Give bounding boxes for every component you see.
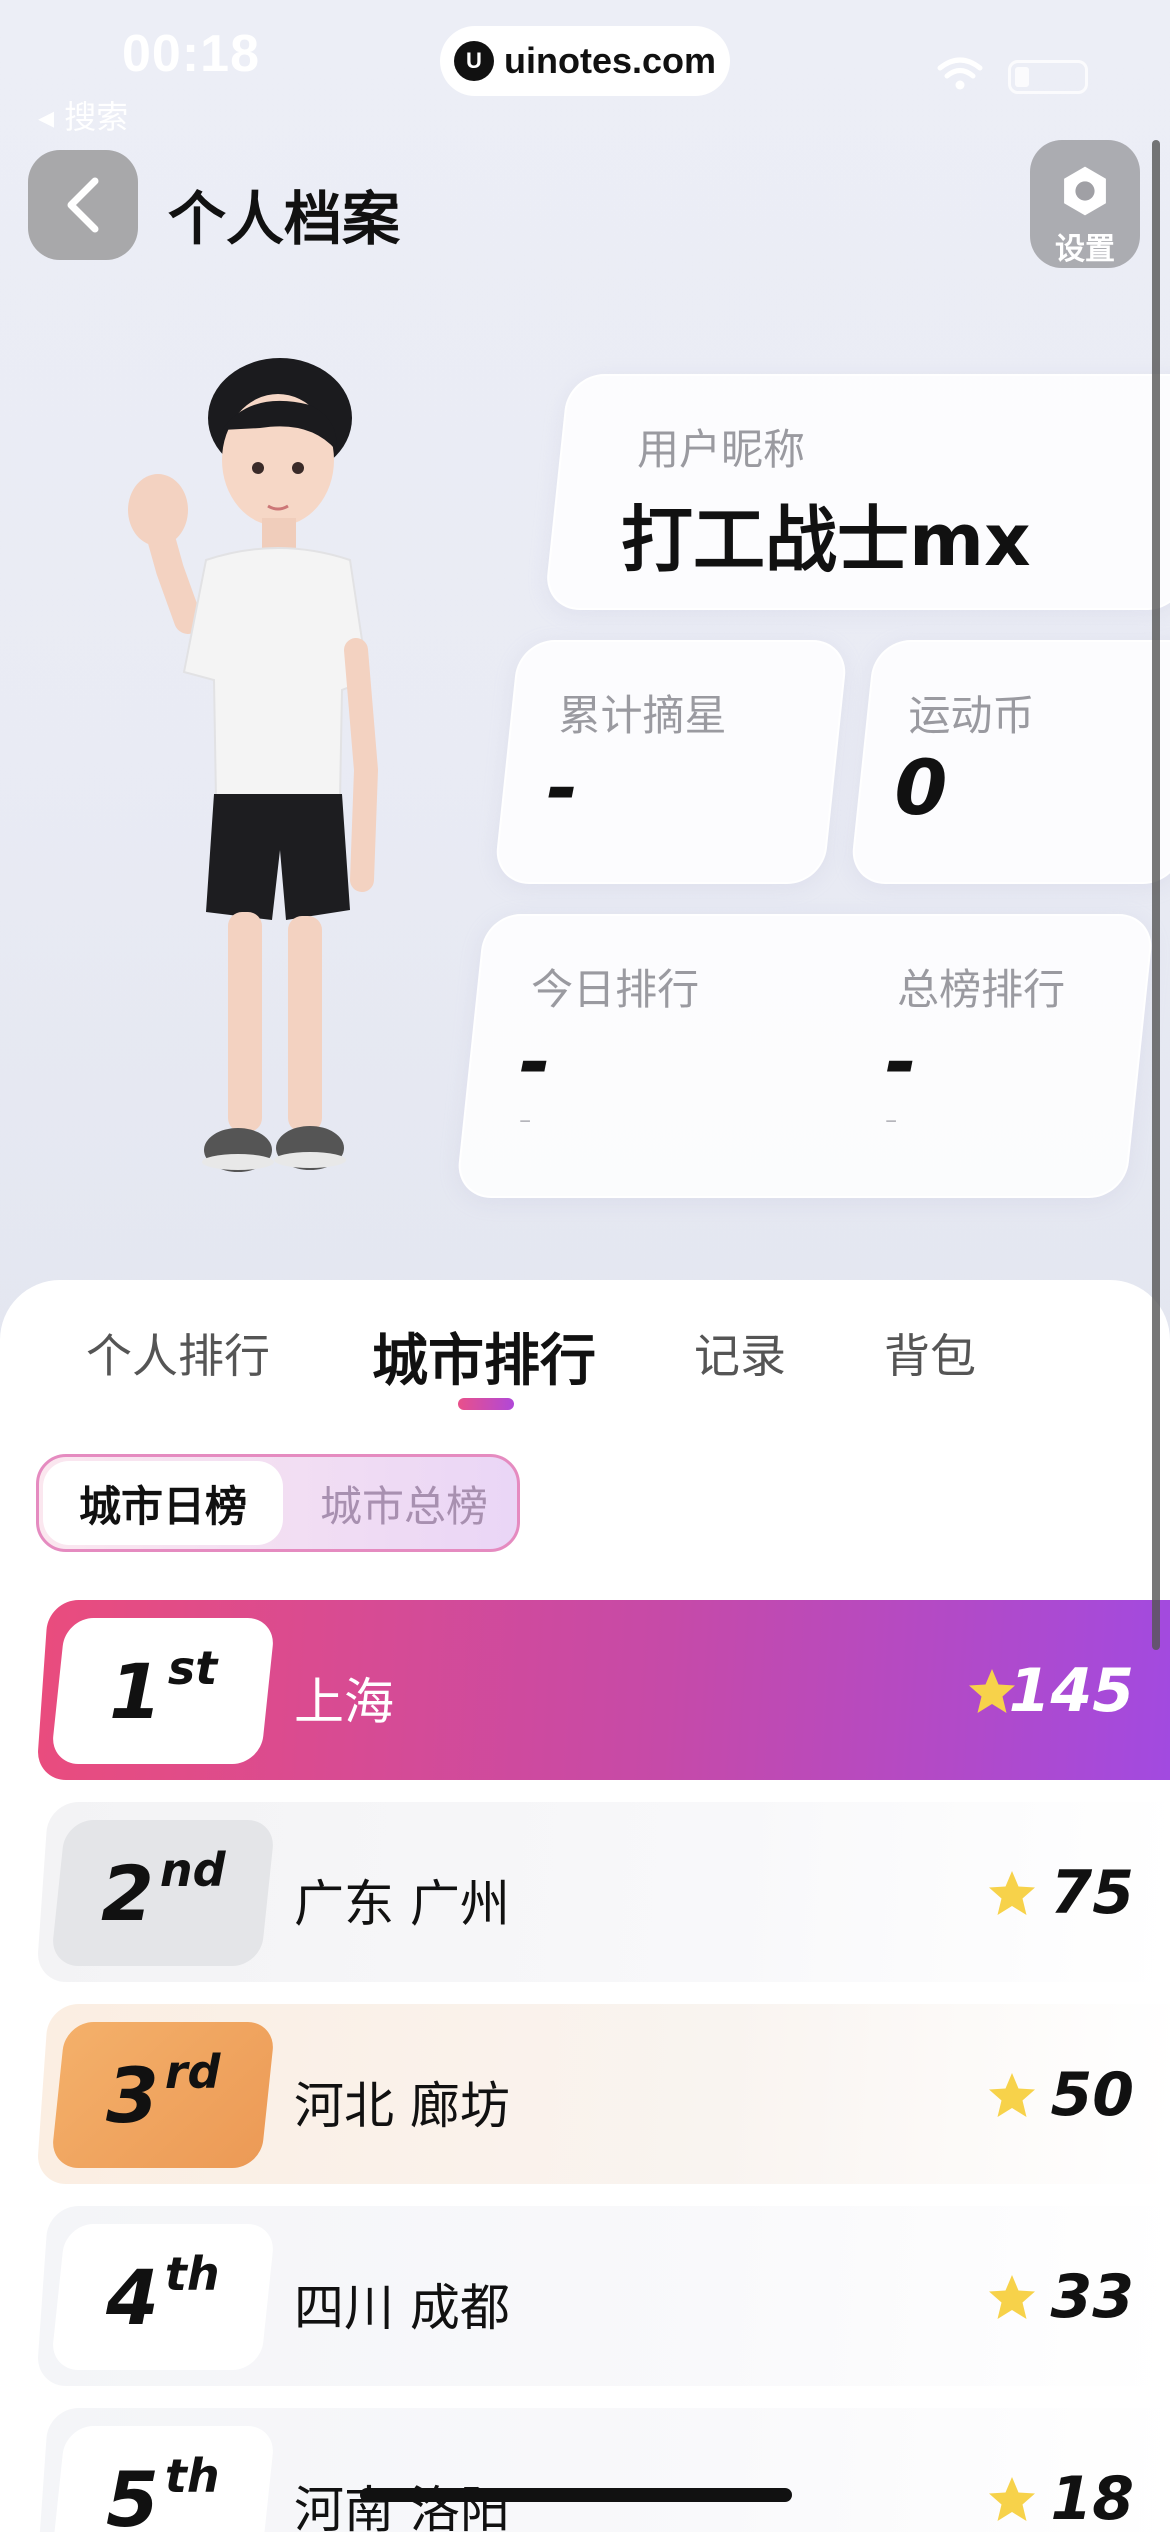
url-pill[interactable]: U uinotes.com (440, 26, 730, 96)
city-name: 河北 廊坊 (294, 2077, 510, 2135)
ranking-row[interactable]: 5th 河南 洛阳 18 (36, 2408, 1170, 2532)
chevron-left-icon (67, 177, 99, 233)
rank-suffix: st (167, 1640, 218, 1695)
ranking-row[interactable]: 3rd 河北 廊坊 50 (36, 2004, 1170, 2184)
coins-card: 运动币 0 (849, 640, 1170, 884)
settings-label: 设置 (1055, 232, 1115, 267)
ranking-row[interactable]: 2nd 广东 广州 75 (36, 1802, 1170, 1982)
stars-card: 累计摘星 - (493, 640, 849, 884)
nickname-card: 用户昵称 打工战士mx (543, 374, 1170, 610)
rank-badge: 5th (50, 2426, 276, 2532)
back-button[interactable] (28, 150, 138, 260)
rank-badge: 4th (50, 2224, 276, 2370)
rank-suffix: rd (164, 2044, 221, 2099)
ranking-row[interactable]: 4th 四川 成都 33 (36, 2206, 1170, 2386)
stars-label: 累计摘星 (558, 691, 727, 740)
rank-number: 4 (106, 2252, 160, 2342)
tab-personal-ranking[interactable]: 个人排行 (86, 1320, 270, 1386)
battery-icon (1008, 60, 1088, 94)
coins-label: 运动币 (908, 691, 1035, 740)
city-name: 广东 广州 (294, 1875, 510, 1933)
total-rank-label: 总榜排行 (897, 965, 1066, 1014)
rank-number: 5 (106, 2454, 160, 2532)
rank-card: 今日排行 - – 总榜排行 - – (455, 914, 1155, 1198)
total-rank-sub: – (885, 1106, 898, 1134)
scrollbar[interactable] (1152, 140, 1160, 1650)
star-icon (989, 2275, 1035, 2319)
nickname-label: 用户昵称 (637, 425, 806, 474)
score-value: 50 (1050, 2060, 1135, 2130)
ranking-row[interactable]: 1st 上海 145 (36, 1600, 1170, 1780)
city-ranking-segment: 城市日榜 城市总榜 (36, 1454, 520, 1552)
city-name: 四川 成都 (294, 2279, 510, 2337)
url-text: uinotes.com (503, 40, 717, 81)
rank-suffix: nd (159, 1842, 226, 1897)
tab-records[interactable]: 记录 (694, 1320, 786, 1386)
site-logo-icon: U (453, 41, 494, 81)
score-value: 145 (1008, 1656, 1134, 1726)
page-title: 个人档案 (168, 185, 401, 253)
rank-number: 2 (100, 1848, 154, 1938)
rank-badge: 2nd (50, 1820, 276, 1966)
score-value: 18 (1050, 2464, 1135, 2532)
segment-city-daily[interactable]: 城市日榜 (43, 1461, 283, 1545)
stars-value: - (546, 743, 579, 832)
city-name: 上海 (294, 1673, 394, 1731)
nickname-value: 打工战士mx (621, 498, 1031, 582)
star-icon (989, 1871, 1035, 1915)
tab-backpack[interactable]: 背包 (884, 1320, 976, 1386)
total-rank-value: - (885, 1017, 917, 1106)
score-value: 75 (1050, 1858, 1135, 1928)
segment-city-total[interactable]: 城市总榜 (289, 1457, 517, 1549)
rank-badge: 3rd (50, 2022, 276, 2168)
rank-number: 1 (108, 1646, 162, 1736)
rank-badge: 1st (50, 1618, 276, 1764)
rank-suffix: th (165, 2246, 220, 2301)
tab-city-ranking[interactable]: 城市排行 (372, 1316, 596, 1397)
wifi-icon (937, 57, 983, 90)
home-indicator[interactable] (360, 2488, 792, 2502)
coins-value: 0 (894, 743, 948, 832)
today-rank-sub: – (519, 1106, 532, 1134)
score-value: 33 (1050, 2262, 1135, 2332)
status-time: 00:18 (122, 25, 260, 83)
star-icon (989, 2073, 1035, 2117)
star-icon (989, 2477, 1035, 2521)
avatar-figure (128, 358, 379, 1172)
settings-button[interactable]: 设置 (1030, 140, 1140, 268)
gear-icon (1064, 166, 1106, 216)
rank-suffix: th (165, 2448, 220, 2503)
tab-active-indicator (458, 1398, 514, 1410)
rank-number: 3 (105, 2050, 159, 2140)
today-rank-label: 今日排行 (531, 965, 700, 1014)
back-to-search-link[interactable]: ◂ 搜索 (38, 92, 128, 138)
today-rank-value: - (519, 1017, 551, 1106)
